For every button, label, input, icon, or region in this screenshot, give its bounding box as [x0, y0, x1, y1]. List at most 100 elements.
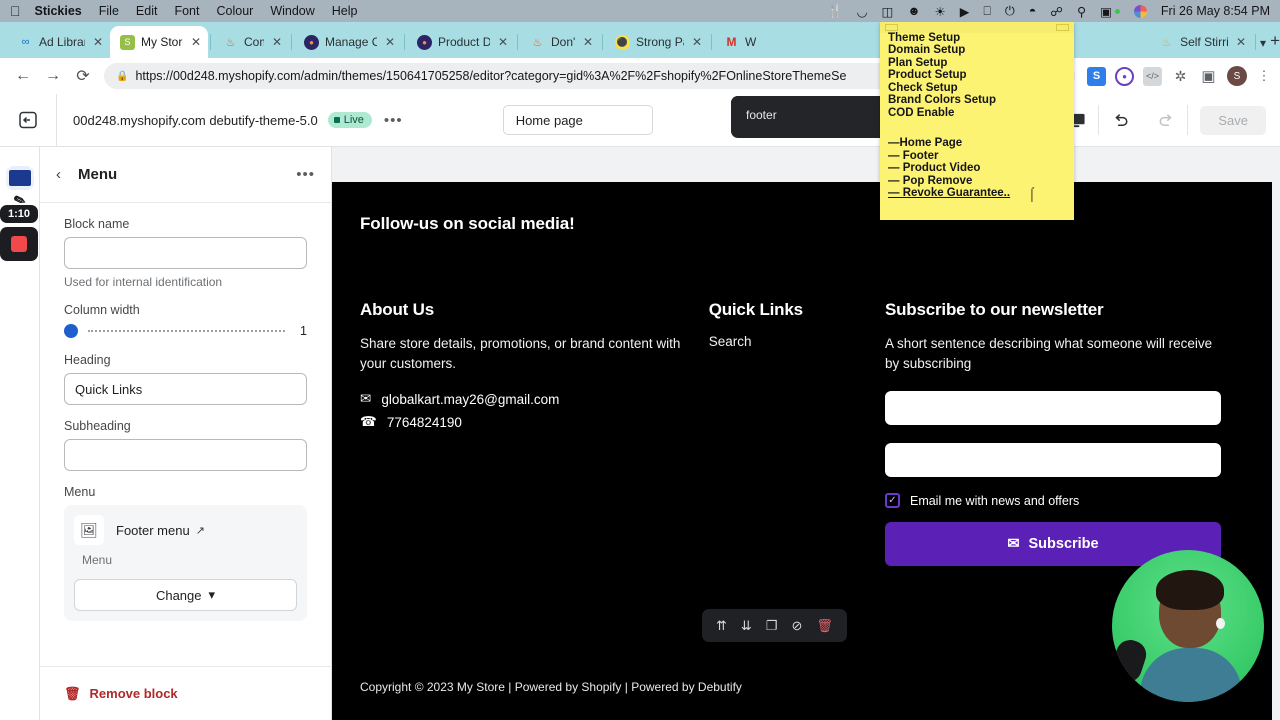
browser-tab-self-stirring[interactable]: ♨ Self Stirri ✕ [1149, 26, 1253, 58]
battery-icon[interactable]: ⏻ [1005, 4, 1015, 19]
sidepanel-icon[interactable]: ▣ [1199, 67, 1218, 86]
heading-input[interactable] [64, 373, 307, 405]
screen-share-icon[interactable]: ▣ [1100, 4, 1112, 19]
menu-item-colour[interactable]: Colour [216, 4, 253, 18]
column-width-slider[interactable]: 1 [64, 323, 307, 339]
menu-item-window[interactable]: Window [270, 4, 314, 18]
stickies-collapse-icon[interactable] [885, 24, 898, 31]
page-selector[interactable]: Home page [502, 105, 653, 135]
live-dot-icon [333, 117, 340, 123]
new-tab-button[interactable]: + [1270, 31, 1280, 51]
close-icon[interactable]: ✕ [1236, 35, 1246, 49]
close-icon[interactable]: ✕ [692, 35, 702, 49]
remove-block-button[interactable]: 🗑 Remove block [64, 686, 178, 702]
code-extension-icon[interactable]: </> [1143, 66, 1162, 86]
battery-device-icon[interactable]: ◫ [882, 4, 894, 19]
grammarly-extension-icon[interactable]: S [1087, 66, 1106, 86]
wifi-icon[interactable]: ◓ [1029, 4, 1037, 18]
stickies-note-window[interactable]: Theme Setup Domain Setup Plan Setup Prod… [880, 22, 1074, 220]
about-phone-row[interactable]: ☎ 7764824190 [360, 414, 709, 430]
browser-tab-dont[interactable]: ♨ Don't ✕ [520, 26, 600, 58]
about-email-row[interactable]: ✉ globalkart.may26@gmail.com [360, 391, 709, 407]
play-circle-icon[interactable]: ▶ [960, 4, 970, 19]
forward-icon[interactable]: → [38, 67, 68, 85]
slider-track[interactable] [88, 323, 285, 339]
sidebar-back-button[interactable]: ‹ [56, 166, 78, 183]
slider-knob[interactable] [64, 324, 78, 338]
browser-tab-ad-library[interactable]: ∞ Ad Library ✕ [8, 26, 110, 58]
close-icon[interactable]: ✕ [272, 35, 282, 49]
back-icon[interactable]: ← [8, 67, 38, 85]
webcam-hair [1156, 570, 1224, 610]
browser-tab-product-d[interactable]: ● Product D ✕ [407, 26, 515, 58]
save-button[interactable]: Save [1200, 105, 1266, 135]
footer-column-about: About Us Share store details, promotions… [360, 300, 709, 566]
block-name-input[interactable] [64, 237, 307, 269]
profile-avatar[interactable]: S [1227, 66, 1247, 86]
redo-icon[interactable] [1143, 94, 1187, 147]
move-up-icon[interactable]: ⇈ [716, 618, 727, 634]
stickies-content[interactable]: Theme Setup Domain Setup Plan Setup Prod… [880, 32, 1074, 200]
close-icon[interactable]: ✕ [385, 35, 395, 49]
close-icon[interactable]: ✕ [498, 35, 508, 49]
chip-icon[interactable] [5, 165, 35, 191]
shield-info-icon[interactable]: ☻ [907, 4, 920, 18]
utensils-icon[interactable]: 🍴 [827, 4, 843, 19]
meta-icon: ∞ [21, 36, 30, 48]
page-selector-label: Home page [515, 112, 583, 128]
stickies-resize-icon[interactable] [1056, 24, 1069, 31]
external-link-icon[interactable]: ↗ [196, 524, 205, 537]
chevron-down-icon[interactable]: ▾ [1260, 36, 1266, 50]
menu-item-file[interactable]: File [99, 4, 119, 18]
sticky-line: Theme Setup [888, 32, 961, 44]
browser-tab-come[interactable]: ♨ Come ✕ [213, 26, 289, 58]
control-center-icon[interactable] [1133, 4, 1147, 18]
stop-recording-button[interactable] [0, 227, 38, 261]
menu-item-edit[interactable]: Edit [136, 4, 158, 18]
close-icon[interactable]: ✕ [583, 35, 593, 49]
circle-icon: ● [417, 34, 432, 50]
undo-icon[interactable] [1099, 94, 1143, 147]
newsletter-consent-row[interactable]: ✓ Email me with news and offers [884, 493, 1224, 509]
browser-toolbar: ← → ⟳ 🔒 https://00d248.myshopify.com/adm… [0, 58, 1280, 94]
browser-tab-my-store[interactable]: S My Store ✕ [110, 26, 208, 58]
menu-item-stickies[interactable]: Stickies [35, 4, 82, 18]
checkbox-icon[interactable]: ✓ [884, 493, 900, 509]
browser-tab-strong-pa[interactable]: ⚫ Strong Pa ✕ [605, 26, 709, 58]
browser-tab-gmail[interactable]: M W [714, 26, 766, 58]
quick-link-search[interactable]: Search [709, 334, 885, 349]
block-name-help: Used for internal identification [64, 275, 223, 289]
tab-label: Strong Pa [636, 35, 684, 49]
display-icon[interactable]: ⎕ [983, 4, 991, 19]
rainbow-icon[interactable]: ◡ [857, 4, 868, 19]
exit-editor-button[interactable] [8, 111, 48, 129]
bluetooth-icon[interactable]: ☍ [1050, 4, 1063, 19]
newsletter-name-input[interactable] [884, 391, 1221, 426]
move-down-icon[interactable]: ⇊ [741, 618, 752, 634]
browser-menu-icon[interactable]: ⋮ [1256, 68, 1272, 84]
tooltip-label: footer [746, 108, 777, 122]
loom-extension-icon[interactable]: ● [1115, 66, 1134, 86]
sun-icon[interactable]: ☀ [934, 4, 945, 19]
close-icon[interactable]: ✕ [191, 35, 201, 49]
reload-icon[interactable]: ⟳ [68, 66, 98, 86]
delete-icon[interactable]: 🗑 [816, 618, 833, 634]
sidebar-more-actions-button[interactable]: ••• [296, 166, 315, 183]
duplicate-icon[interactable]: ❐ [766, 618, 778, 634]
menu-resource-name[interactable]: Footer menu ↗ [116, 523, 205, 538]
close-icon[interactable]: ✕ [93, 35, 103, 49]
subheading-input[interactable] [64, 439, 307, 471]
change-menu-button[interactable]: Change ▾ [74, 579, 297, 611]
puzzle-extensions-icon[interactable]: ✲ [1171, 67, 1190, 86]
browser-tab-manage-o[interactable]: ● Manage O ✕ [294, 26, 402, 58]
menu-item-font[interactable]: Font [174, 4, 199, 18]
hide-icon[interactable]: ⊘ [791, 618, 802, 634]
menu-bar-clock[interactable]: Fri 26 May 8:54 PM [1161, 4, 1270, 18]
sticky-line: Check Setup [888, 81, 958, 94]
menu-item-help[interactable]: Help [332, 4, 358, 18]
theme-more-actions-button[interactable]: ••• [384, 112, 403, 129]
apple-menu-icon[interactable]:  [10, 4, 21, 18]
newsletter-email-input[interactable] [884, 443, 1221, 478]
search-icon[interactable]: ⚲ [1077, 4, 1086, 19]
newsletter-consent-label: Email me with news and offers [909, 493, 1080, 508]
